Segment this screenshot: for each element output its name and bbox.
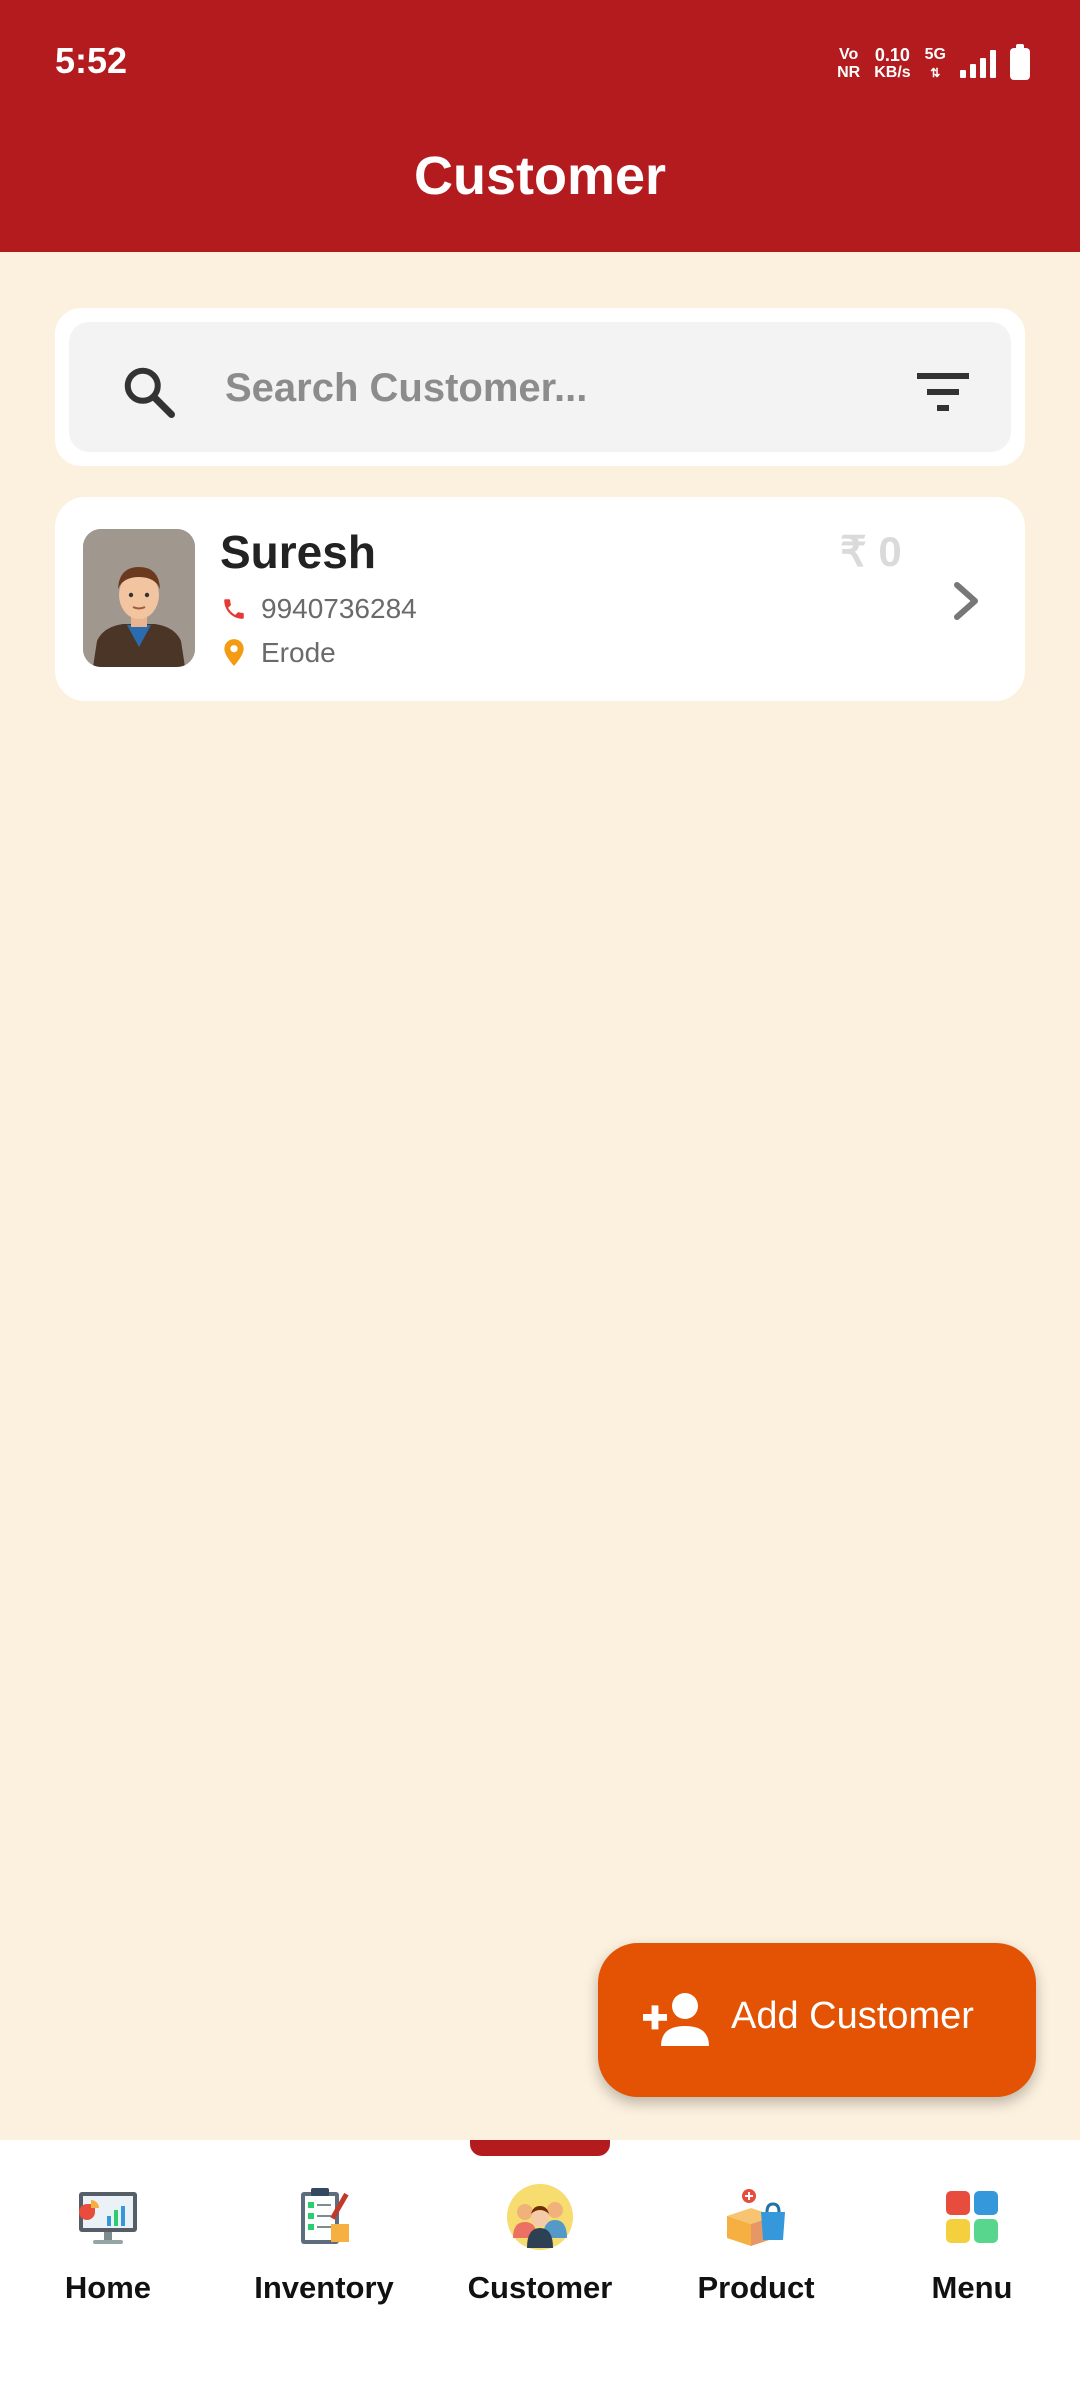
customer-balance: ₹ 0 (840, 528, 902, 575)
nav-item-menu[interactable]: Menu (864, 2182, 1080, 2352)
grid-menu-icon (946, 2191, 998, 2243)
search-placeholder: Search Customer... (225, 366, 588, 410)
nav-label-inventory: Inventory (254, 2270, 394, 2305)
customer-location: Erode (261, 637, 336, 668)
status-time: 5:52 (55, 40, 128, 81)
bottom-navigation: Home Inventory Customer Product Menu (0, 2140, 1080, 2408)
active-tab-indicator (470, 2140, 610, 2156)
network-speed: 0.10 KB/s (874, 45, 911, 81)
product-box-icon (727, 2189, 785, 2246)
customer-phone: 9940736284 (261, 593, 417, 624)
dashboard-monitor-icon (79, 2192, 137, 2244)
add-customer-button[interactable]: Add Customer (598, 1943, 1036, 2097)
add-customer-label: Add Customer (731, 1995, 974, 2037)
clipboard-checklist-icon (301, 2188, 349, 2244)
status-indicators: Vo NR 0.10 KB/s 5G ⇅ (837, 44, 1030, 84)
app-header: Customer (0, 130, 1080, 252)
customer-list-item[interactable]: Suresh 9940736284 Erode ₹ 0 (55, 497, 1025, 701)
nav-label-home: Home (64, 2270, 152, 2305)
avatar (83, 529, 195, 667)
network-type: 5G ⇅ (924, 46, 946, 80)
search-input[interactable]: Search Customer... (69, 322, 1011, 452)
chevron-right-icon[interactable] (951, 581, 981, 621)
customer-phone-row: 9940736284 (221, 593, 417, 625)
location-pin-icon (224, 639, 244, 666)
nav-item-customer[interactable]: Customer (432, 2182, 648, 2352)
customers-group-icon (507, 2184, 573, 2250)
nav-item-inventory[interactable]: Inventory (216, 2182, 432, 2352)
search-icon (124, 367, 175, 418)
search-card: Search Customer... (55, 308, 1025, 466)
person-add-icon (643, 1993, 709, 2046)
nav-item-home[interactable]: Home (0, 2182, 216, 2352)
person-avatar-icon (83, 529, 195, 667)
page-title: Customer (413, 146, 667, 206)
nav-label-product: Product (697, 2270, 815, 2305)
nav-item-product[interactable]: Product (648, 2182, 864, 2352)
customer-location-row: Erode (221, 637, 336, 669)
battery-icon (1010, 44, 1030, 80)
customer-name: Suresh (220, 526, 376, 578)
phone-icon (224, 599, 244, 619)
nav-label-customer: Customer (467, 2270, 613, 2305)
filter-icon[interactable] (913, 367, 973, 417)
volte-indicator: Vo NR (837, 46, 861, 81)
signal-icon (960, 50, 996, 78)
nav-label-menu: Menu (931, 2270, 1013, 2305)
status-bar: 5:52 Vo NR 0.10 KB/s 5G ⇅ (0, 0, 1080, 130)
